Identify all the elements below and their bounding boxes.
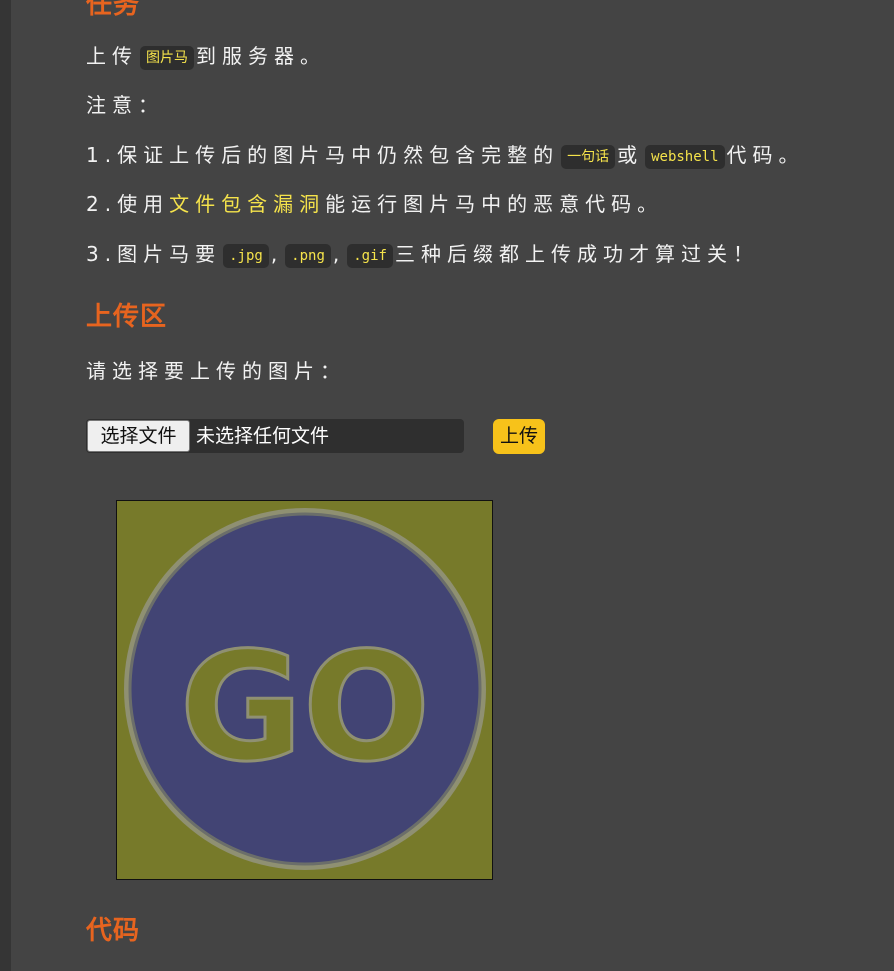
upload-button[interactable]: 上传	[493, 419, 545, 454]
code-heading: 代码	[86, 916, 141, 946]
note-item-2: 2.使用文件包含漏洞能运行图片马中的恶意代码。	[86, 192, 664, 216]
file-status-text: 未选择任何文件	[196, 425, 330, 447]
code-webshell: webshell	[645, 144, 725, 169]
left-sidebar-strip	[0, 0, 11, 971]
task-heading: 任务	[86, 0, 141, 20]
code-gif: .gif	[347, 243, 393, 268]
task-line-1: 上传 图片马 到服务器。	[86, 44, 326, 70]
file-inclusion-highlight: 文件包含漏洞	[169, 192, 326, 216]
code-png: .png	[285, 243, 331, 268]
note-item-1: 1.保证上传后的图片马中仍然包含完整的 一句话或 webshell 代码。	[86, 143, 805, 169]
code-image-horse: 图片马	[140, 45, 194, 70]
uploaded-image-preview: GO	[116, 500, 493, 880]
file-input[interactable]: 选择文件 未选择任何文件	[86, 419, 546, 454]
upload-prompt: 请选择要上传的图片：	[86, 359, 346, 383]
go-image: GO	[117, 501, 492, 879]
go-text: GO	[180, 621, 431, 795]
upload-heading: 上传区	[86, 302, 168, 332]
code-one-liner: 一句话	[561, 144, 616, 169]
note-item-3: 3.图片马要 .jpg, .png, .gif 三种后缀都上传成功才算过关！	[86, 242, 759, 268]
choose-file-button[interactable]: 选择文件	[87, 420, 190, 452]
code-jpg: .jpg	[223, 243, 269, 268]
note-label: 注意：	[86, 93, 164, 117]
